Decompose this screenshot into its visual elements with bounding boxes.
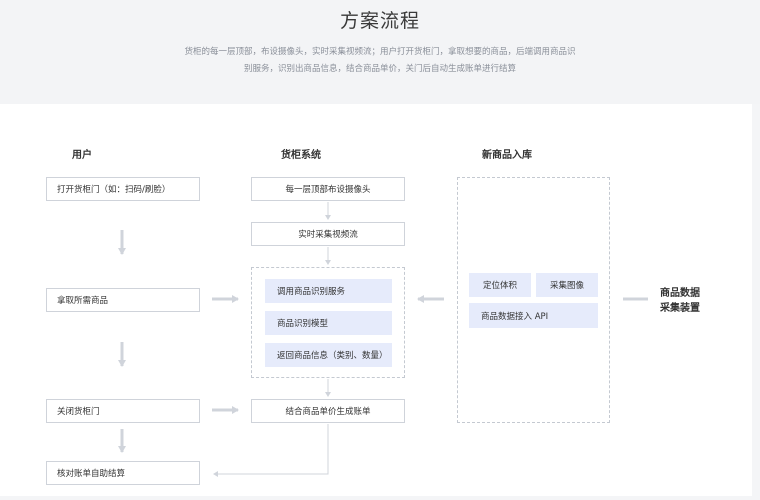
hero-section: 方案流程 货柜的每一层顶部，布设摄像头，实时采集视频流；用户打开货柜门，拿取想要… xyxy=(0,0,760,104)
page-title: 方案流程 xyxy=(339,10,420,32)
device-label-line-1: 商品数据 xyxy=(660,288,700,299)
inbound-locate: 定位体积 xyxy=(469,273,531,297)
cabinet-step-bill: 结合商品单价生成账单 xyxy=(251,399,405,423)
cabinet-step-result: 返回商品信息（类别、数量） xyxy=(265,343,392,367)
column-title-cabinet: 货柜系统 xyxy=(281,150,321,161)
cabinet-step-camera: 每一层顶部布设摄像头 xyxy=(251,177,405,201)
page-description: 货柜的每一层顶部，布设摄像头，实时采集视频流；用户打开货柜门，拿取想要的商品，后… xyxy=(160,44,600,78)
device-label: 商品数据 采集装置 xyxy=(660,286,700,316)
inbound-capture: 采集图像 xyxy=(536,273,598,297)
user-step-open-door: 打开货柜门（如：扫码/刷脸） xyxy=(46,177,200,201)
inbound-api: 商品数据接入 API xyxy=(469,303,598,328)
cabinet-step-stream: 实时采集视频流 xyxy=(251,222,405,246)
user-step-close-door: 关闭货柜门 xyxy=(46,399,200,423)
cabinet-step-service: 调用商品识别服务 xyxy=(265,279,392,303)
description-line-1: 货柜的每一层顶部，布设摄像头，实时采集视频流；用户打开货柜门，拿取想要的商品，后… xyxy=(184,47,576,57)
device-label-line-2: 采集装置 xyxy=(660,303,700,314)
cabinet-step-model: 商品识别模型 xyxy=(265,311,392,335)
user-step-checkout: 核对账单自助结算 xyxy=(46,461,200,485)
user-step-take-goods: 拿取所需商品 xyxy=(46,288,200,312)
description-line-2: 别服务，识别出商品信息，结合商品单价，关门后自动生成账单进行结算 xyxy=(243,64,516,74)
inbound-group xyxy=(457,177,610,423)
column-title-user: 用户 xyxy=(72,150,92,161)
column-title-inbound: 新商品入库 xyxy=(482,150,532,161)
